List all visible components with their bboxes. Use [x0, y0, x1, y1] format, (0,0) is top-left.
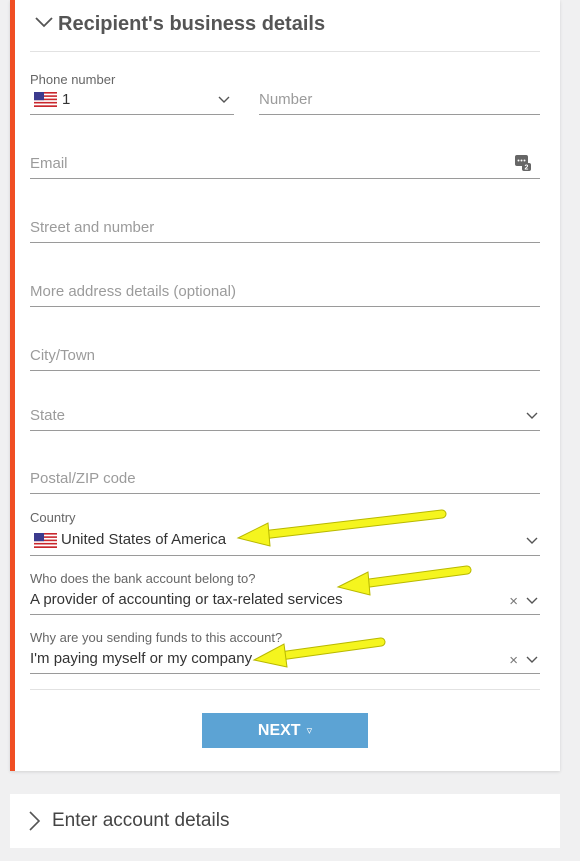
state-placeholder: State [30, 407, 66, 424]
address-details-input[interactable]: More address details (optional) [30, 276, 540, 307]
street-placeholder: Street and number [30, 219, 155, 236]
country-select[interactable]: United States of America [30, 525, 540, 556]
city-placeholder: City/Town [30, 347, 96, 364]
chevron-down-icon [526, 656, 538, 663]
address-details-placeholder: More address details (optional) [30, 283, 236, 300]
purpose-value: I'm paying myself or my company [30, 650, 253, 667]
phone-number-input[interactable]: Number [259, 84, 540, 115]
postal-code-placeholder: Postal/ZIP code [30, 470, 136, 487]
purpose-select[interactable]: I'm paying myself or my company × [30, 645, 540, 674]
triangle-down-icon: ▿ [306, 725, 313, 737]
account-owner-label: Who does the bank account belong to? [30, 571, 256, 586]
section-header[interactable]: Recipient's business details [30, 0, 540, 52]
phone-country-code-select[interactable]: 1 [30, 84, 234, 115]
phone-country-code: 1 [62, 91, 71, 108]
account-details-title: Enter account details [52, 810, 230, 831]
city-input[interactable]: City/Town [30, 340, 540, 371]
street-input[interactable]: Street and number [30, 212, 540, 243]
divider [30, 689, 540, 690]
chevron-right-icon [29, 811, 41, 831]
next-button-label: NEXT [257, 721, 301, 739]
clear-icon[interactable]: × [509, 594, 518, 609]
contact-card-icon[interactable]: 2 [514, 154, 532, 172]
chevron-down-icon [35, 17, 53, 28]
purpose-label: Why are you sending funds to this accoun… [30, 630, 283, 645]
chevron-down-icon [526, 537, 538, 544]
chevron-down-icon [218, 96, 230, 103]
us-flag-icon [34, 533, 57, 548]
chevron-down-icon [526, 412, 538, 419]
us-flag-icon [34, 92, 57, 107]
email-placeholder: Email [30, 155, 68, 172]
state-select[interactable]: State [30, 400, 540, 431]
country-value: United States of America [61, 531, 227, 548]
section-title: Recipient's business details [58, 13, 326, 35]
next-button[interactable]: NEXT ▿ [202, 713, 368, 748]
chevron-down-icon [526, 597, 538, 604]
country-label: Country [30, 510, 76, 525]
account-owner-select[interactable]: A provider of accounting or tax-related … [30, 586, 540, 615]
svg-text:2: 2 [525, 165, 529, 172]
email-input[interactable]: Email 2 [30, 148, 540, 179]
account-owner-value: A provider of accounting or tax-related … [30, 591, 343, 608]
phone-number-placeholder: Number [259, 91, 313, 108]
clear-icon[interactable]: × [509, 653, 518, 668]
account-details-section[interactable]: Enter account details [10, 794, 560, 848]
postal-code-input[interactable]: Postal/ZIP code [30, 463, 540, 494]
